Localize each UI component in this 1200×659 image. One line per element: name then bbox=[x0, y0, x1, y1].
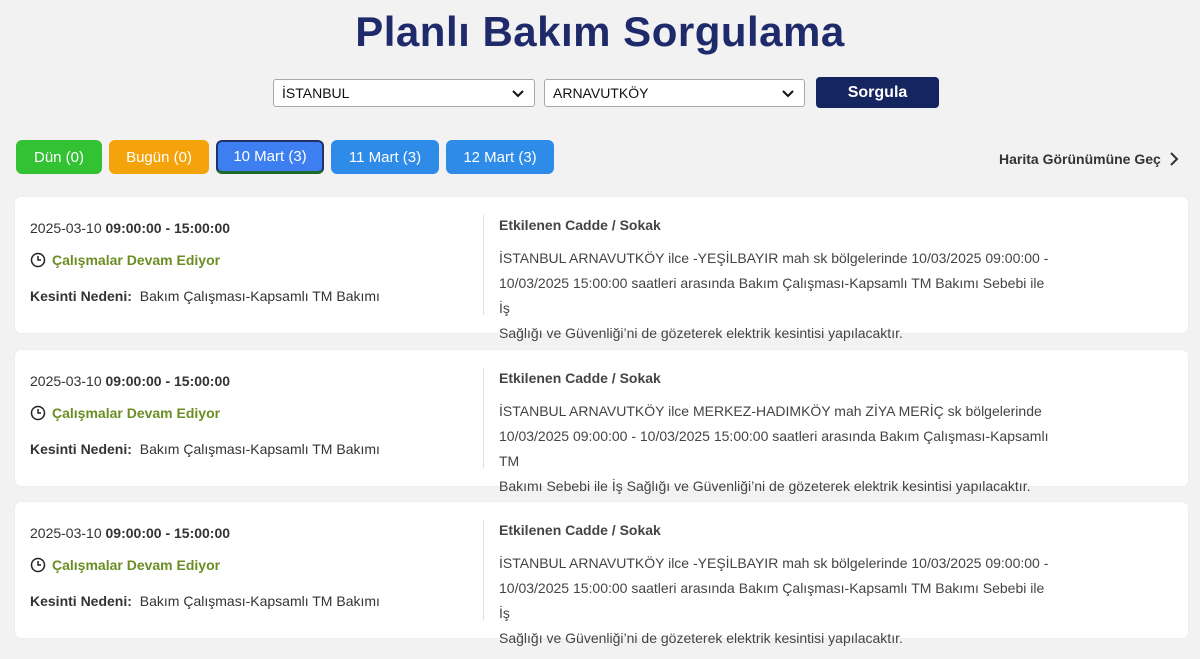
tab-12-march[interactable]: 12 Mart (3) bbox=[446, 140, 554, 174]
status-badge: Çalışmalar Devam Ediyor bbox=[30, 557, 220, 573]
description-line: İSTANBUL ARNAVUTKÖY ilce MERKEZ-HADIMKÖY… bbox=[499, 403, 1042, 419]
divider bbox=[483, 520, 484, 620]
description-line: İSTANBUL ARNAVUTKÖY ilce -YEŞİLBAYIR mah… bbox=[499, 555, 1049, 571]
outage-date-time: 2025-03-10 09:00:00 - 15:00:00 bbox=[30, 525, 230, 541]
outage-date-time: 2025-03-10 09:00:00 - 15:00:00 bbox=[30, 220, 230, 236]
divider bbox=[483, 368, 484, 468]
outage-time: 09:00:00 - 15:00:00 bbox=[105, 525, 231, 541]
affected-streets-description: İSTANBUL ARNAVUTKÖY ilce -YEŞİLBAYIR mah… bbox=[499, 551, 1059, 651]
status-label: Çalışmalar Devam Ediyor bbox=[52, 557, 221, 573]
description-line: 10/03/2025 15:00:00 saatleri arasında Ba… bbox=[499, 275, 1045, 316]
page-title: Planlı Bakım Sorgulama bbox=[355, 8, 845, 55]
affected-streets-description: İSTANBUL ARNAVUTKÖY ilce MERKEZ-HADIMKÖY… bbox=[499, 399, 1059, 499]
map-view-link-label: Harita Görünümüne Geç bbox=[999, 151, 1161, 167]
status-badge: Çalışmalar Devam Ediyor bbox=[30, 252, 220, 268]
city-select-value: İSTANBUL bbox=[282, 84, 350, 101]
reason-label: Kesinti Nedeni: bbox=[30, 288, 132, 304]
reason-value: Bakım Çalışması-Kapsamlı TM Bakımı bbox=[139, 441, 380, 457]
query-button[interactable]: Sorgula bbox=[816, 77, 939, 108]
reason-value: Bakım Çalışması-Kapsamlı TM Bakımı bbox=[139, 593, 380, 609]
chevron-right-icon bbox=[1170, 152, 1179, 166]
tab-yesterday[interactable]: Dün (0) bbox=[16, 140, 102, 174]
outage-reason: Kesinti Nedeni: Bakım Çalışması-Kapsamlı… bbox=[30, 288, 380, 304]
reason-label: Kesinti Nedeni: bbox=[30, 441, 132, 457]
district-select[interactable]: ARNAVUTKÖY bbox=[544, 78, 805, 107]
district-select-value: ARNAVUTKÖY bbox=[553, 84, 649, 101]
date-tabs: Dün (0) Bugün (0) 10 Mart (3) 11 Mart (3… bbox=[16, 140, 561, 174]
filter-bar: İSTANBUL ARNAVUTKÖY Sorgula bbox=[273, 77, 939, 108]
status-label: Çalışmalar Devam Ediyor bbox=[52, 405, 221, 421]
chevron-down-icon bbox=[782, 89, 794, 97]
affected-streets-title: Etkilenen Cadde / Sokak bbox=[499, 217, 661, 233]
outage-date: 2025-03-10 bbox=[30, 525, 102, 541]
outage-date: 2025-03-10 bbox=[30, 220, 102, 236]
outage-time: 09:00:00 - 15:00:00 bbox=[105, 373, 231, 389]
clock-icon bbox=[30, 252, 46, 268]
affected-streets-title: Etkilenen Cadde / Sokak bbox=[499, 522, 661, 538]
description-line: 10/03/2025 09:00:00 - 10/03/2025 15:00:0… bbox=[499, 428, 1049, 469]
outage-date-time: 2025-03-10 09:00:00 - 15:00:00 bbox=[30, 373, 230, 389]
description-line: Sağlığı ve Güvenliği’ni de gözeterek ele… bbox=[499, 630, 903, 646]
chevron-down-icon bbox=[512, 89, 524, 97]
clock-icon bbox=[30, 557, 46, 573]
city-select[interactable]: İSTANBUL bbox=[273, 78, 535, 107]
reason-value: Bakım Çalışması-Kapsamlı TM Bakımı bbox=[139, 288, 380, 304]
divider bbox=[483, 215, 484, 315]
outage-reason: Kesinti Nedeni: Bakım Çalışması-Kapsamlı… bbox=[30, 593, 380, 609]
affected-streets-title: Etkilenen Cadde / Sokak bbox=[499, 370, 661, 386]
description-line: Bakımı Sebebi ile İş Sağlığı ve Güvenliğ… bbox=[499, 478, 1031, 494]
tab-today[interactable]: Bugün (0) bbox=[109, 140, 209, 174]
reason-label: Kesinti Nedeni: bbox=[30, 593, 132, 609]
clock-icon bbox=[30, 405, 46, 421]
status-badge: Çalışmalar Devam Ediyor bbox=[30, 405, 220, 421]
description-line: 10/03/2025 15:00:00 saatleri arasında Ba… bbox=[499, 580, 1045, 621]
outage-card: 2025-03-10 09:00:00 - 15:00:00 Çalışmala… bbox=[15, 502, 1188, 646]
status-label: Çalışmalar Devam Ediyor bbox=[52, 252, 221, 268]
outage-card: 2025-03-10 09:00:00 - 15:00:00 Çalışmala… bbox=[15, 350, 1188, 494]
description-line: İSTANBUL ARNAVUTKÖY ilce -YEŞİLBAYIR mah… bbox=[499, 250, 1049, 266]
outage-time: 09:00:00 - 15:00:00 bbox=[105, 220, 231, 236]
affected-streets-description: İSTANBUL ARNAVUTKÖY ilce -YEŞİLBAYIR mah… bbox=[499, 246, 1059, 346]
outage-date: 2025-03-10 bbox=[30, 373, 102, 389]
tab-11-march[interactable]: 11 Mart (3) bbox=[331, 140, 439, 174]
description-line: Sağlığı ve Güvenliği’ni de gözeterek ele… bbox=[499, 325, 903, 341]
map-view-link[interactable]: Harita Görünümüne Geç bbox=[999, 151, 1181, 167]
outage-card: 2025-03-10 09:00:00 - 15:00:00 Çalışmala… bbox=[15, 197, 1188, 341]
tab-10-march[interactable]: 10 Mart (3) bbox=[216, 140, 324, 174]
outage-reason: Kesinti Nedeni: Bakım Çalışması-Kapsamlı… bbox=[30, 441, 380, 457]
